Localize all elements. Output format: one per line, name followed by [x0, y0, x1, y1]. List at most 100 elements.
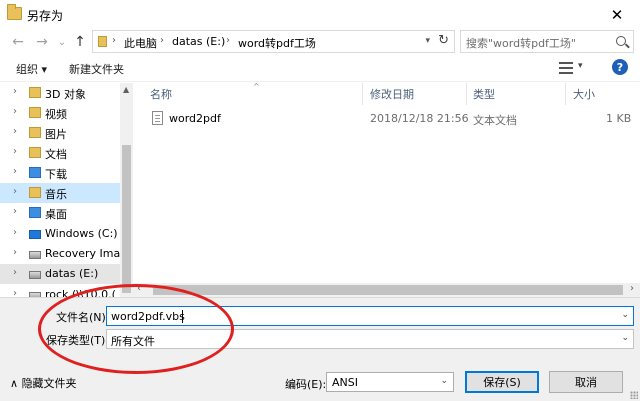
tree-item-network-rock[interactable]: › rock (\\10.0.( [0, 285, 120, 297]
chevron-right-icon[interactable]: › [13, 227, 17, 238]
filename-label: 文件名(N): [56, 311, 110, 324]
column-divider[interactable] [565, 83, 566, 105]
save-type-value[interactable]: 所有文件 [111, 333, 155, 349]
command-bar: 组织 ▾ 新建文件夹 ▾ ? [0, 55, 640, 82]
filename-value[interactable]: word2pdf.vbs [111, 310, 185, 323]
chevron-right-icon[interactable]: › [13, 106, 17, 117]
scrollbar-thumb[interactable] [122, 145, 131, 293]
chevron-right-icon[interactable]: › [13, 186, 17, 197]
search-icon[interactable] [616, 36, 626, 46]
cancel-button[interactable]: 取消 [549, 371, 623, 393]
tree-item-label: 下载 [45, 168, 67, 181]
scrollbar-thumb[interactable] [153, 285, 623, 295]
tree-item-recovery[interactable]: › Recovery Imag [0, 244, 127, 264]
column-divider[interactable] [362, 83, 363, 105]
encoding-label: 编码(E): [285, 378, 327, 391]
tree-item-label: 图片 [45, 128, 67, 141]
tree-item-documents[interactable]: › 文档 [0, 143, 120, 163]
chevron-right-icon[interactable]: › [13, 86, 17, 97]
text-caret [182, 310, 183, 323]
tree-item-3d-objects[interactable]: › 3D 对象 [0, 83, 120, 103]
tree-item-windows-c[interactable]: › Windows (C:) [0, 224, 120, 244]
download-folder-icon [29, 167, 41, 178]
encoding-value[interactable]: ANSI [332, 376, 358, 389]
file-type: 文本文档 [473, 114, 517, 127]
file-list: ^ 名称 修改日期 类型 大小 word2pdf 2018/12/18 21:5… [133, 82, 640, 297]
filename-input[interactable]: word2pdf.vbs ⌄ [106, 306, 634, 326]
tree-item-label: datas (E:) [45, 267, 99, 280]
tree-item-desktop[interactable]: › 桌面 [0, 203, 120, 223]
column-header-type[interactable]: 类型 [473, 86, 495, 102]
new-folder-button[interactable]: 新建文件夹 [69, 61, 124, 77]
file-name: word2pdf [169, 112, 221, 125]
save-button[interactable]: 保存(S) [465, 371, 539, 393]
chevron-down-icon[interactable]: ⌄ [440, 376, 448, 386]
search-input[interactable]: 搜索"word转pdf工场" [466, 35, 576, 51]
organize-button[interactable]: 组织 ▾ [16, 61, 47, 77]
chevron-down-icon[interactable]: ▾ [578, 61, 583, 71]
scroll-left-icon[interactable]: ‹ [137, 283, 141, 294]
tree-item-label: 视频 [45, 108, 67, 121]
forward-button[interactable]: → [32, 32, 52, 52]
tree-item-downloads[interactable]: › 下载 [0, 163, 120, 183]
column-header-modified[interactable]: 修改日期 [370, 86, 414, 102]
save-type-select[interactable]: 所有文件 ⌄ [106, 329, 634, 349]
chevron-down-icon[interactable]: ▾ [425, 36, 430, 46]
breadcrumb-separator[interactable]: › [112, 35, 116, 46]
tree-item-label: Recovery Imag [45, 247, 128, 260]
refresh-icon[interactable]: ↻ [438, 33, 449, 48]
chevron-down-icon[interactable]: ⌄ [621, 333, 629, 343]
hide-folders-button[interactable]: ∧ 隐藏文件夹 [10, 375, 77, 391]
chevron-down-icon[interactable]: ⌄ [621, 310, 629, 320]
back-button[interactable]: ← [8, 32, 28, 52]
chevron-right-icon[interactable]: › [13, 247, 17, 258]
tree-item-videos[interactable]: › 视频 [0, 103, 120, 123]
column-header-size[interactable]: 大小 [573, 86, 595, 102]
column-divider[interactable] [466, 83, 467, 105]
scroll-up-icon[interactable]: ▲ [123, 85, 129, 94]
encoding-select[interactable]: ANSI ⌄ [326, 372, 454, 392]
chevron-up-icon[interactable]: ∧ [10, 377, 18, 390]
search-box[interactable]: 搜索"word转pdf工场" [460, 30, 634, 53]
scroll-right-icon[interactable]: › [630, 283, 634, 294]
music-folder-icon [29, 187, 41, 198]
tree-item-pictures[interactable]: › 图片 [0, 123, 120, 143]
breadcrumb-datas-drive[interactable]: datas (E:) [172, 35, 225, 48]
resize-grip-icon[interactable] [630, 391, 638, 399]
file-row[interactable]: word2pdf 2018/12/18 21:56 文本文档 1 KB [143, 109, 633, 129]
view-options-icon[interactable] [559, 62, 573, 74]
breadcrumb-separator[interactable]: › [160, 35, 164, 46]
close-button[interactable]: ✕ [594, 0, 640, 29]
file-modified: 2018/12/18 21:56 [370, 112, 469, 125]
help-button[interactable]: ? [612, 59, 628, 75]
recent-locations-button[interactable]: ⌄ [52, 32, 72, 52]
drive-icon [29, 251, 41, 259]
chevron-right-icon[interactable]: › [13, 206, 17, 217]
column-header-name[interactable]: 名称 [150, 86, 172, 102]
tree-item-label: 音乐 [45, 188, 67, 201]
folder-icon [7, 4, 22, 20]
tree-item-datas-e[interactable]: › datas (E:) [0, 264, 120, 284]
sort-indicator-icon: ^ [253, 82, 260, 91]
chevron-right-icon[interactable]: › [13, 267, 17, 278]
up-button[interactable]: ↑ [70, 32, 90, 52]
hide-folders-label[interactable]: 隐藏文件夹 [22, 377, 77, 390]
chevron-right-icon[interactable]: › [13, 126, 17, 137]
breadcrumb-this-pc[interactable]: 此电脑 [124, 35, 157, 51]
breadcrumb-current-folder[interactable]: word转pdf工场 [238, 35, 316, 51]
tree-item-music[interactable]: › 音乐 [0, 183, 120, 203]
tree-item-label: 文档 [45, 148, 67, 161]
tree-item-label: 3D 对象 [45, 88, 86, 101]
chevron-right-icon[interactable]: › [13, 166, 17, 177]
breadcrumb-separator[interactable]: › [226, 35, 230, 46]
file-size: 1 KB [606, 112, 632, 125]
horizontal-scrollbar[interactable]: ‹ › [133, 283, 640, 297]
tree-item-label: Windows (C:) [45, 227, 118, 240]
vertical-scrollbar[interactable]: ▲ [120, 83, 133, 297]
windows-drive-icon [29, 230, 41, 239]
tree-item-label: rock (\\10.0.( [45, 288, 116, 297]
drive-icon [29, 271, 41, 279]
chevron-right-icon[interactable]: › [13, 146, 17, 157]
address-bar[interactable]: › 此电脑 › datas (E:) › word转pdf工场 ▾ ↻ [92, 30, 455, 53]
chevron-right-icon[interactable]: › [13, 288, 17, 297]
